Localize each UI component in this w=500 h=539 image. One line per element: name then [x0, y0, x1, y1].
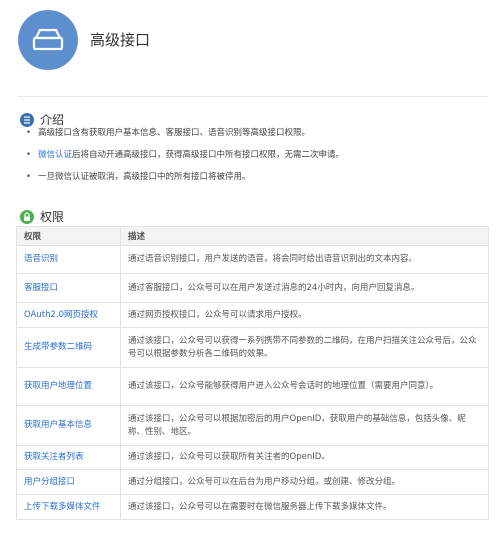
- table-row: OAuth2.0网页授权 通过网页授权接口，公众号可以请求用户授权。: [16, 302, 489, 328]
- permission-description: 通过该接口，公众号能够获得用户进入公众号会话时的地理位置（需要用户同意）。: [120, 367, 489, 406]
- table-row: 生成带参数二维码 通过该接口，公众号可以获得一系列携带不同参数的二维码，在用户扫…: [16, 327, 489, 368]
- table-row: 语音识别 通过语音识别接口，用户发送的语音，将会同时给出语音识别出的文本内容。: [16, 245, 489, 274]
- permission-description: 通过分组接口，公众号可以在后台为用户移动分组，或创建、修改分组。: [120, 469, 489, 495]
- intro-item-text: 后将自动开通高级接口，获得高级接口中所有接口权限，无需二次申请。: [72, 150, 345, 160]
- page-header: 高级接口: [18, 10, 488, 70]
- permission-link[interactable]: 用户分组接口: [16, 469, 121, 495]
- column-header-permission: 权限: [16, 226, 121, 246]
- permissions-table: 权限 描述 语音识别 通过语音识别接口，用户发送的语音，将会同时给出语音识别出的…: [16, 226, 489, 520]
- permissions-title-label: 权限: [40, 210, 65, 224]
- info-icon: [20, 112, 34, 127]
- table-header-row: 权限 描述: [16, 226, 489, 246]
- intro-list: 高级接口含有获取用户基本信息、客服接口、语音识别等高级接口权限。 微信认证后将自…: [26, 127, 486, 193]
- table-row: 客服接口 通过客服接口，公众号可以在用户发送过消息的24小时内，向用户回复消息。: [16, 273, 489, 303]
- list-item: 微信认证后将自动开通高级接口，获得高级接口中所有接口权限，无需二次申请。: [26, 149, 486, 161]
- list-item: 高级接口含有获取用户基本信息、客服接口、语音识别等高级接口权限。: [26, 127, 486, 139]
- page-title: 高级接口: [90, 31, 151, 49]
- lock-icon: [20, 209, 34, 224]
- tray-icon: [32, 28, 64, 51]
- intro-item-text: 高级接口含有获取用户基本信息、客服接口、语音识别等高级接口权限。: [38, 128, 311, 138]
- table-row: 获取关注者列表 通过该接口，公众号可以获取所有关注者的OpenID。: [16, 445, 489, 470]
- table-row: 上传下载多媒体文件 通过该接口，公众号可以在需要时在微信服务器上传下载多媒体文件…: [16, 494, 489, 520]
- permission-link[interactable]: OAuth2.0网页授权: [16, 302, 121, 328]
- permissions-section-title: 权限: [20, 208, 64, 225]
- permission-link[interactable]: 获取关注者列表: [16, 445, 121, 470]
- list-item: 一旦微信认证被取消，高级接口中的所有接口将被停用。: [26, 171, 486, 183]
- permission-link[interactable]: 语音识别: [16, 245, 121, 274]
- permission-description: 通过客服接口，公众号可以在用户发送过消息的24小时内，向用户回复消息。: [120, 273, 489, 303]
- permission-description: 通过该接口，公众号可以获得一系列携带不同参数的二维码，在用户扫描关注公众号后，公…: [120, 327, 489, 368]
- column-header-description: 描述: [120, 226, 489, 246]
- permission-link[interactable]: 客服接口: [16, 273, 121, 303]
- permission-link[interactable]: 上传下载多媒体文件: [16, 494, 121, 520]
- permission-description: 通过语音识别接口，用户发送的语音，将会同时给出语音识别出的文本内容。: [120, 245, 489, 274]
- header-badge: [18, 10, 78, 70]
- permission-link[interactable]: 获取用户地理位置: [16, 367, 121, 406]
- permissions-table-wrap: 权限 描述 语音识别 通过语音识别接口，用户发送的语音，将会同时给出语音识别出的…: [16, 226, 489, 520]
- intro-title-label: 介绍: [40, 113, 65, 127]
- permission-description: 通过该接口，公众号可以获取所有关注者的OpenID。: [120, 445, 489, 470]
- permission-description: 通过该接口，公众号可以在需要时在微信服务器上传下载多媒体文件。: [120, 494, 489, 520]
- table-row: 获取用户地理位置 通过该接口，公众号能够获得用户进入公众号会话时的地理位置（需要…: [16, 367, 489, 406]
- intro-section-title: 介绍: [20, 111, 64, 128]
- header-divider: [18, 96, 488, 97]
- permission-link[interactable]: 获取用户基本信息: [16, 405, 121, 446]
- permission-description: 通过该接口，公众号可以根据加密后的用户OpenID，获取用户的基础信息，包括头像…: [120, 405, 489, 446]
- permission-link[interactable]: 生成带参数二维码: [16, 327, 121, 368]
- table-row: 用户分组接口 通过分组接口，公众号可以在后台为用户移动分组，或创建、修改分组。: [16, 469, 489, 495]
- table-row: 获取用户基本信息 通过该接口，公众号可以根据加密后的用户OpenID，获取用户的…: [16, 405, 489, 446]
- wechat-verification-link[interactable]: 微信认证: [38, 150, 72, 160]
- intro-item-text: 一旦微信认证被取消，高级接口中的所有接口将被停用。: [38, 172, 251, 182]
- permission-description: 通过网页授权接口，公众号可以请求用户授权。: [120, 302, 489, 328]
